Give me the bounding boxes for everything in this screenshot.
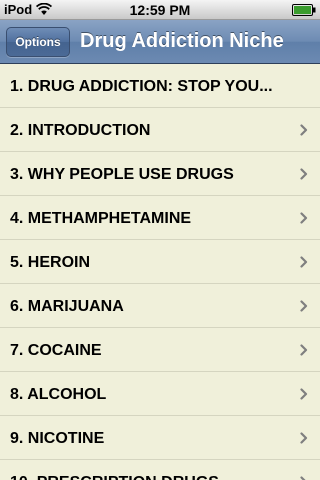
list-item-label: 9. NICOTINE <box>10 430 105 447</box>
chevron-right-icon <box>300 168 308 180</box>
list-item[interactable]: 8. ALCOHOL <box>0 372 320 416</box>
list-item[interactable]: 1. DRUG ADDICTION: STOP YOU... <box>0 64 320 108</box>
list-item-label: 10. PRESCRIPTION DRUGS <box>10 460 290 480</box>
options-button[interactable]: Options <box>6 27 70 57</box>
list-item-label: 8. ALCOHOL <box>10 386 107 403</box>
list-item[interactable]: 10. PRESCRIPTION DRUGS <box>0 460 320 480</box>
battery-icon <box>292 4 316 16</box>
list-item[interactable]: 3. WHY PEOPLE USE DRUGS <box>0 152 320 196</box>
chevron-right-icon <box>300 124 308 136</box>
list-item[interactable]: 4. METHAMPHETAMINE <box>0 196 320 240</box>
list-item[interactable]: 5. HEROIN <box>0 240 320 284</box>
chapter-list: 1. DRUG ADDICTION: STOP YOU... 2. INTROD… <box>0 64 320 480</box>
clock: 12:59 PM <box>129 2 191 18</box>
chevron-right-icon <box>300 432 308 444</box>
chevron-right-icon <box>300 300 308 312</box>
list-item-label: 4. METHAMPHETAMINE <box>10 210 192 227</box>
list-item[interactable]: 2. INTRODUCTION <box>0 108 320 152</box>
list-item[interactable]: 7. COCAINE <box>0 328 320 372</box>
chevron-right-icon <box>300 212 308 224</box>
list-item-label: 2. INTRODUCTION <box>10 122 151 139</box>
status-bar: iPod 12:59 PM <box>0 0 320 20</box>
list-item-label: 5. HEROIN <box>10 254 91 271</box>
page-title: Drug Addiction Niche <box>80 30 284 52</box>
list-item-label: 7. COCAINE <box>10 342 102 359</box>
list-item-label: 6. MARIJUANA <box>10 298 124 315</box>
chevron-right-icon <box>300 388 308 400</box>
chevron-right-icon <box>300 256 308 268</box>
list-item[interactable]: 6. MARIJUANA <box>0 284 320 328</box>
list-item-label: 3. WHY PEOPLE USE DRUGS <box>10 166 234 183</box>
list-item[interactable]: 9. NICOTINE <box>0 416 320 460</box>
list-item-label: 1. DRUG ADDICTION: STOP YOU... <box>10 78 273 95</box>
chevron-right-icon <box>300 344 308 356</box>
navigation-bar: Options Drug Addiction Niche <box>0 20 320 64</box>
chevron-right-icon <box>300 476 306 480</box>
